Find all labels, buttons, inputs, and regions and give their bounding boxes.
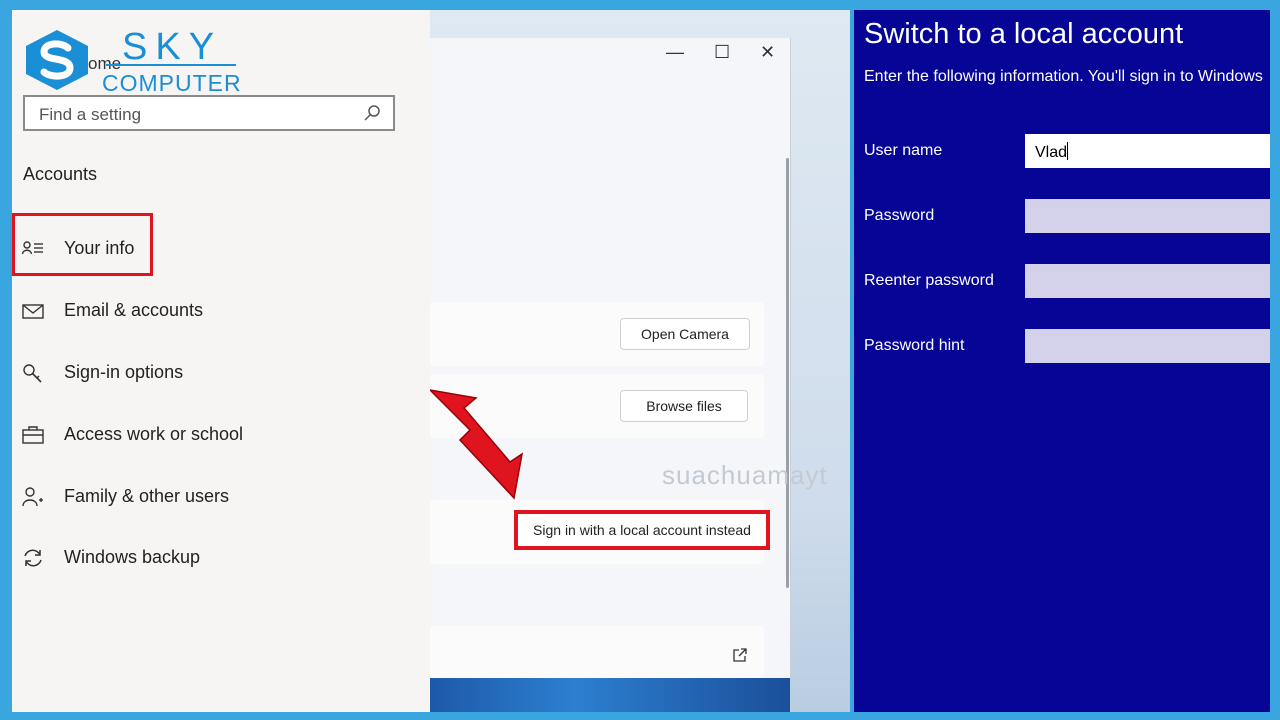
open-camera-button[interactable]: Open Camera bbox=[620, 318, 750, 350]
dialog-title: Switch to a local account bbox=[864, 18, 1184, 50]
nav-label: Windows backup bbox=[64, 547, 201, 567]
local-account-dialog: Switch to a local account Enter the foll… bbox=[854, 10, 1270, 712]
settings-search-input[interactable]: Find a setting bbox=[23, 95, 395, 131]
dialog-subtitle: Enter the following information. You'll … bbox=[864, 68, 1263, 85]
local-account-highlight: Sign in with a local account instead bbox=[514, 510, 770, 550]
minimize-button[interactable]: — bbox=[666, 42, 684, 63]
related-card bbox=[430, 626, 764, 678]
external-link-icon[interactable] bbox=[732, 647, 748, 663]
browse-files-button[interactable]: Browse files bbox=[620, 390, 748, 422]
password-hint-label: Password hint bbox=[864, 337, 965, 354]
briefcase-icon bbox=[22, 426, 44, 444]
logo-mark-icon bbox=[26, 30, 88, 90]
user-name-value: Vlad bbox=[1035, 142, 1069, 161]
nav-label: Your info bbox=[64, 238, 135, 258]
person-add-icon bbox=[22, 487, 43, 507]
user-name-field[interactable]: Vlad bbox=[1025, 134, 1270, 168]
envelope-icon bbox=[22, 304, 44, 319]
maximize-button[interactable]: ☐ bbox=[714, 42, 730, 63]
logo-divider bbox=[106, 64, 236, 66]
logo-text-computer: COMPUTER bbox=[102, 70, 242, 96]
nav-item-access-work-school[interactable]: Access work or school bbox=[20, 415, 340, 455]
text-caret bbox=[1067, 142, 1069, 160]
person-list-icon bbox=[22, 241, 43, 255]
key-icon bbox=[23, 364, 42, 383]
nav-item-family-other-users[interactable]: Family & other users bbox=[20, 477, 340, 517]
password-field[interactable] bbox=[1025, 199, 1270, 233]
red-arrow-icon bbox=[430, 389, 524, 500]
settings-window-area: — ☐ ✕ Open Camera Browse files Sign in w… bbox=[430, 10, 850, 712]
camera-card: Open Camera bbox=[430, 302, 764, 366]
nav-label: Family & other users bbox=[64, 486, 230, 506]
search-placeholder: Find a setting bbox=[39, 105, 142, 124]
search-icon[interactable] bbox=[363, 104, 381, 122]
screenshot-frame: ome SKY COMPUTER Find a setting Accounts… bbox=[0, 0, 1280, 720]
sync-icon bbox=[24, 549, 42, 567]
section-title-accounts: Accounts bbox=[23, 164, 98, 184]
reenter-password-field[interactable] bbox=[1025, 264, 1270, 298]
password-label: Password bbox=[864, 207, 935, 224]
nav-item-sign-in-options[interactable]: Sign-in options bbox=[20, 353, 340, 393]
scrollbar[interactable] bbox=[786, 158, 789, 588]
sign-in-local-account-button[interactable]: Sign in with a local account instead bbox=[518, 514, 766, 546]
nav-label: Access work or school bbox=[64, 424, 244, 444]
logo-text-sky: SKY bbox=[122, 26, 223, 68]
settings-sidebar: ome SKY COMPUTER Find a setting Accounts… bbox=[12, 10, 430, 712]
sky-computer-logo: ome SKY COMPUTER bbox=[22, 18, 252, 98]
nav-item-your-info[interactable]: Your info bbox=[20, 229, 340, 269]
desktop-wallpaper-strip bbox=[430, 678, 790, 712]
watermark-text: suachuamayt bbox=[662, 460, 828, 490]
reenter-password-label: Reenter password bbox=[864, 272, 994, 289]
nav-item-email-accounts[interactable]: Email & accounts bbox=[20, 291, 340, 331]
nav-label: Email & accounts bbox=[64, 300, 204, 320]
password-hint-field[interactable] bbox=[1025, 329, 1270, 363]
nav-item-windows-backup[interactable]: Windows backup bbox=[20, 538, 340, 578]
user-name-label: User name bbox=[864, 142, 943, 159]
close-button[interactable]: ✕ bbox=[760, 42, 775, 63]
settings-window: — ☐ ✕ Open Camera Browse files bbox=[430, 38, 791, 678]
nav-label: Sign-in options bbox=[64, 362, 184, 382]
